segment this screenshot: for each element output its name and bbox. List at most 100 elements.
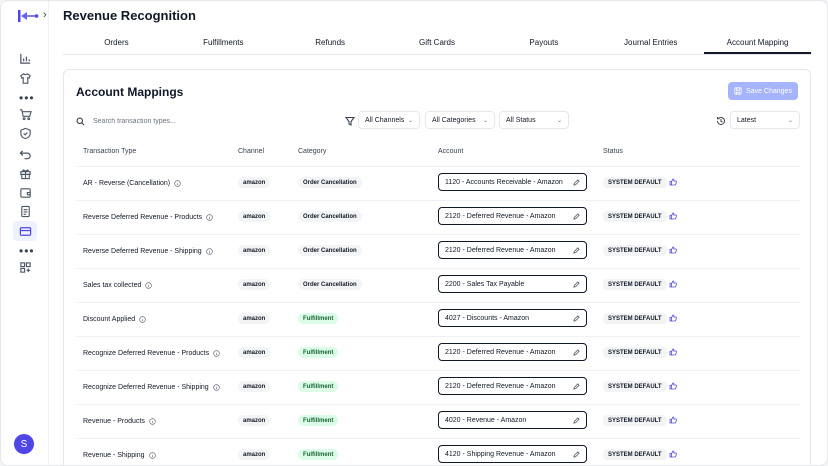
account-field[interactable]: 2120 - Deferred Revenue - Amazon bbox=[438, 207, 587, 225]
account-field[interactable]: 2120 - Deferred Revenue - Amazon bbox=[438, 241, 587, 259]
channel-filter-select[interactable]: All Channels ⌄ bbox=[358, 111, 420, 129]
save-changes-button[interactable]: Save Changes bbox=[728, 82, 798, 100]
gift-icon[interactable] bbox=[16, 164, 34, 182]
transaction-type-cell: Sales tax collected bbox=[83, 282, 153, 289]
channel-badge: amazon bbox=[238, 177, 271, 188]
thumbs-up-icon[interactable] bbox=[669, 450, 677, 458]
thumbs-up-icon[interactable] bbox=[669, 314, 677, 322]
transaction-type: Reverse Deferred Revenue - Shipping bbox=[83, 248, 202, 255]
tab-journal-entries[interactable]: Journal Entries bbox=[597, 31, 704, 54]
account-value: 2200 - Sales Tax Payable bbox=[445, 280, 525, 288]
account-field[interactable]: 4120 - Shipping Revenue - Amazon bbox=[438, 445, 587, 463]
table-row: Revenue - Shipping amazon Fulfillment 41… bbox=[76, 438, 800, 465]
pencil-icon[interactable] bbox=[573, 314, 580, 322]
account-field[interactable]: 2120 - Deferred Revenue - Amazon bbox=[438, 377, 587, 395]
info-icon[interactable] bbox=[145, 282, 153, 289]
shield-icon[interactable] bbox=[16, 124, 34, 142]
transaction-type-cell: AR - Reverse (Cancellation) bbox=[83, 180, 181, 187]
tab-gift-cards[interactable]: Gift Cards bbox=[384, 31, 491, 54]
tab-account-mapping[interactable]: Account Mapping bbox=[704, 31, 812, 54]
cart-icon[interactable] bbox=[16, 105, 34, 123]
filter-icon[interactable] bbox=[345, 116, 355, 126]
info-icon[interactable] bbox=[149, 418, 156, 425]
pencil-icon[interactable] bbox=[573, 280, 580, 288]
shirt-icon[interactable] bbox=[16, 69, 34, 87]
header-account: Account bbox=[438, 148, 464, 155]
info-icon[interactable] bbox=[139, 316, 146, 323]
card-mapping-icon[interactable] bbox=[13, 221, 37, 241]
pencil-icon[interactable] bbox=[573, 382, 580, 390]
account-field[interactable]: 4027 - Discounts - Amazon bbox=[438, 309, 587, 327]
thumbs-up-icon[interactable] bbox=[669, 212, 677, 220]
account-field[interactable]: 4020 - Revenue - Amazon bbox=[438, 411, 587, 429]
search-box bbox=[76, 112, 338, 130]
status-badge: SYSTEM DEFAULT bbox=[603, 347, 667, 358]
table-row: Reverse Deferred Revenue - Products amaz… bbox=[76, 200, 800, 234]
transaction-type: Recognize Deferred Revenue - Shipping bbox=[83, 384, 209, 391]
pencil-icon[interactable] bbox=[573, 416, 580, 424]
channel-badge: amazon bbox=[238, 211, 271, 222]
chevron-right-icon[interactable]: › bbox=[43, 9, 47, 21]
tab-refunds[interactable]: Refunds bbox=[277, 31, 384, 54]
transaction-type: Reverse Deferred Revenue - Products bbox=[83, 214, 203, 221]
account-value: 4120 - Shipping Revenue - Amazon bbox=[445, 450, 556, 458]
channel-badge: amazon bbox=[238, 449, 271, 460]
pencil-icon[interactable] bbox=[573, 178, 580, 186]
status-badge: SYSTEM DEFAULT bbox=[603, 211, 667, 222]
wallet-icon[interactable] bbox=[16, 183, 34, 201]
thumbs-up-icon[interactable] bbox=[669, 416, 677, 424]
category-badge: Fulfillment bbox=[298, 313, 339, 324]
pencil-icon[interactable] bbox=[573, 212, 580, 220]
chevron-down-icon: ⌄ bbox=[787, 117, 793, 124]
undo-icon[interactable] bbox=[16, 145, 34, 163]
user-avatar[interactable]: S bbox=[14, 434, 34, 454]
account-value: 2120 - Deferred Revenue - Amazon bbox=[445, 348, 556, 356]
chevron-down-icon: ⌄ bbox=[482, 117, 488, 124]
thumbs-up-icon[interactable] bbox=[669, 348, 677, 356]
version-value: Latest bbox=[737, 116, 757, 124]
info-icon[interactable] bbox=[213, 350, 220, 357]
more-dots-icon[interactable]: ••• bbox=[19, 245, 35, 257]
transaction-type: AR - Reverse (Cancellation) bbox=[83, 180, 171, 187]
account-field[interactable]: 2200 - Sales Tax Payable bbox=[438, 275, 587, 293]
pencil-icon[interactable] bbox=[573, 450, 580, 458]
channel-filter-value: All Channels bbox=[365, 116, 405, 124]
account-field[interactable]: 2120 - Deferred Revenue - Amazon bbox=[438, 343, 587, 361]
thumbs-up-icon[interactable] bbox=[669, 382, 677, 390]
thumbs-up-icon[interactable] bbox=[669, 280, 677, 288]
tab-orders[interactable]: Orders bbox=[63, 31, 170, 54]
search-input[interactable] bbox=[93, 117, 323, 125]
transaction-type-cell: Revenue - Products bbox=[83, 418, 156, 425]
pencil-icon[interactable] bbox=[573, 246, 580, 254]
app-window: › ••• ••• S Revenue Recognition Orders F… bbox=[0, 0, 828, 466]
thumbs-up-icon[interactable] bbox=[669, 178, 677, 186]
status-filter-select[interactable]: All Status ⌄ bbox=[499, 111, 569, 129]
status-badge: SYSTEM DEFAULT bbox=[603, 381, 667, 392]
channel-badge: amazon bbox=[238, 415, 271, 426]
category-filter-select[interactable]: All Categories ⌄ bbox=[425, 111, 495, 129]
transaction-type-cell: Recognize Deferred Revenue - Shipping bbox=[83, 384, 220, 391]
apps-icon[interactable] bbox=[16, 258, 34, 276]
logo-icon bbox=[18, 10, 39, 22]
account-field[interactable]: 1120 - Accounts Receivable - Amazon bbox=[438, 173, 587, 191]
status-badge: SYSTEM DEFAULT bbox=[603, 177, 667, 188]
transaction-type: Discount Applied bbox=[83, 316, 136, 323]
info-icon[interactable] bbox=[205, 248, 213, 255]
info-icon[interactable] bbox=[174, 180, 181, 187]
info-icon[interactable] bbox=[206, 214, 213, 221]
more-dots-icon[interactable]: ••• bbox=[19, 92, 35, 104]
channel-badge: amazon bbox=[238, 313, 271, 324]
tab-payouts[interactable]: Payouts bbox=[490, 31, 597, 54]
history-icon[interactable] bbox=[716, 116, 726, 126]
pencil-icon[interactable] bbox=[573, 348, 580, 356]
document-icon[interactable] bbox=[16, 202, 34, 220]
sidebar-rail: › ••• ••• S bbox=[1, 1, 49, 465]
chart-icon[interactable] bbox=[16, 49, 34, 67]
version-select[interactable]: Latest ⌄ bbox=[730, 111, 800, 129]
tab-fulfillments[interactable]: Fulfillments bbox=[170, 31, 277, 54]
category-badge: Order Cancellation bbox=[298, 211, 362, 222]
info-icon[interactable] bbox=[148, 452, 156, 459]
table-row: Recognize Deferred Revenue - Shipping am… bbox=[76, 370, 800, 404]
thumbs-up-icon[interactable] bbox=[669, 246, 677, 254]
info-icon[interactable] bbox=[212, 384, 220, 391]
